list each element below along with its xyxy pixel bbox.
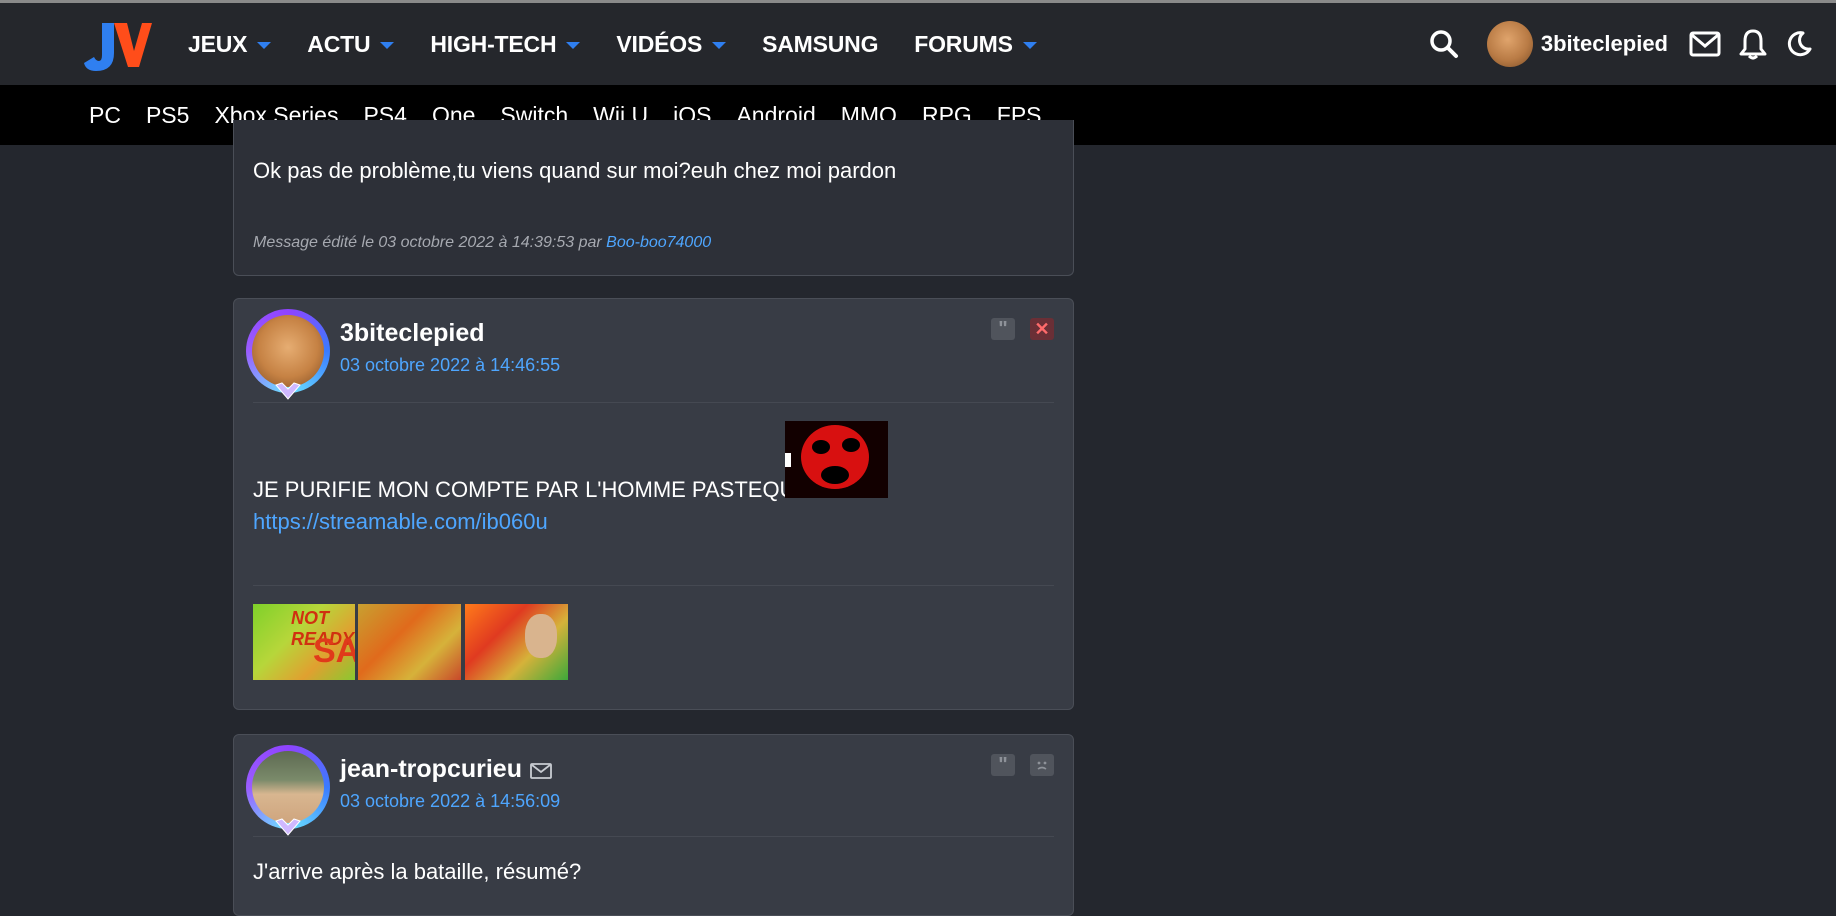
- edit-author-link[interactable]: Boo-boo74000: [606, 234, 711, 251]
- signature-image-3: [465, 604, 568, 680]
- nav-high-tech[interactable]: HIGH-TECH: [430, 30, 581, 58]
- caret-down-icon: [712, 41, 727, 49]
- nav-videos[interactable]: VIDÉOS: [616, 30, 727, 58]
- caret-down-icon: [566, 41, 581, 49]
- user-avatar[interactable]: [1486, 21, 1533, 67]
- nav-label: ACTU: [307, 30, 371, 57]
- report-button[interactable]: [1030, 754, 1054, 776]
- private-message-icon[interactable]: [530, 763, 552, 784]
- delete-button[interactable]: ✕: [1030, 318, 1054, 340]
- moon-icon[interactable]: [1782, 27, 1816, 61]
- caret-down-icon: [1022, 41, 1037, 49]
- nav-label: JEUX: [188, 30, 248, 57]
- signature-divider: [253, 585, 1054, 586]
- nav-actu[interactable]: ACTU: [307, 30, 395, 58]
- forum-post: Ok pas de problème,tu viens quand sur mo…: [233, 120, 1074, 276]
- avatar-image: [252, 315, 324, 387]
- header-actions: 3biteclepied: [1427, 3, 1836, 85]
- quote-button[interactable]: ": [991, 754, 1015, 776]
- post-link[interactable]: https://streamable.com/ib060u: [253, 509, 548, 535]
- face-shape: [525, 614, 557, 658]
- jv-logo[interactable]: [84, 17, 152, 73]
- header-divider: [253, 836, 1054, 837]
- bell-icon[interactable]: [1736, 27, 1770, 61]
- post-date[interactable]: 03 octobre 2022 à 14:46:55: [340, 355, 560, 376]
- search-icon[interactable]: [1427, 27, 1461, 61]
- nav-label: FORUMS: [914, 30, 1013, 57]
- gem-icon: [275, 382, 301, 400]
- platform-pc[interactable]: PC: [89, 102, 121, 129]
- author-avatar[interactable]: [246, 309, 330, 400]
- nav-forums[interactable]: FORUMS: [914, 30, 1037, 58]
- author-avatar[interactable]: [246, 745, 330, 836]
- gem-icon: [275, 818, 301, 836]
- platform-ps5[interactable]: PS5: [146, 102, 189, 129]
- nav-samsung[interactable]: SAMSUNG: [762, 31, 878, 58]
- signature-image-1: NOT READY SATAN2: [253, 604, 355, 680]
- edit-note-prefix: Message édité le 03 octobre 2022 à 14:39…: [253, 234, 607, 251]
- site-header: JEUX ACTU HIGH-TECH VIDÉOS SAMSUNG FORUM…: [0, 3, 1836, 85]
- post-body: J'arrive après la bataille, résumé?: [253, 859, 582, 884]
- signature-text-2: SATAN2: [313, 632, 355, 670]
- sad-face-icon: [1037, 761, 1047, 770]
- quote-button[interactable]: ": [991, 318, 1015, 340]
- sticker-image: [785, 421, 888, 498]
- edit-note: Message édité le 03 octobre 2022 à 14:39…: [253, 234, 711, 252]
- post-date[interactable]: 03 octobre 2022 à 14:56:09: [340, 791, 560, 812]
- post-author[interactable]: 3biteclepied: [340, 319, 485, 348]
- post-author[interactable]: jean-tropcurieu: [340, 755, 522, 784]
- signature-image-2: [358, 604, 461, 680]
- caret-down-icon: [380, 41, 395, 49]
- nav-label: HIGH-TECH: [430, 30, 557, 57]
- forum-post: jean-tropcurieu 03 octobre 2022 à 14:56:…: [233, 734, 1074, 916]
- post-body: JE PURIFIE MON COMPTE PAR L'HOMME PASTEQ…: [253, 477, 811, 502]
- nav-label: SAMSUNG: [762, 30, 879, 57]
- nav-jeux[interactable]: JEUX: [188, 30, 272, 58]
- header-username[interactable]: 3biteclepied: [1541, 31, 1668, 57]
- nav-label: VIDÉOS: [616, 30, 703, 57]
- post-body: Ok pas de problème,tu viens quand sur mo…: [253, 158, 897, 183]
- header-divider: [253, 402, 1054, 403]
- caret-down-icon: [257, 41, 272, 49]
- avatar-image: [252, 751, 324, 823]
- mail-icon[interactable]: [1688, 29, 1722, 59]
- main-nav: JEUX ACTU HIGH-TECH VIDÉOS SAMSUNG FORUM…: [188, 3, 1073, 85]
- forum-post: 3biteclepied 03 octobre 2022 à 14:46:55 …: [233, 298, 1074, 710]
